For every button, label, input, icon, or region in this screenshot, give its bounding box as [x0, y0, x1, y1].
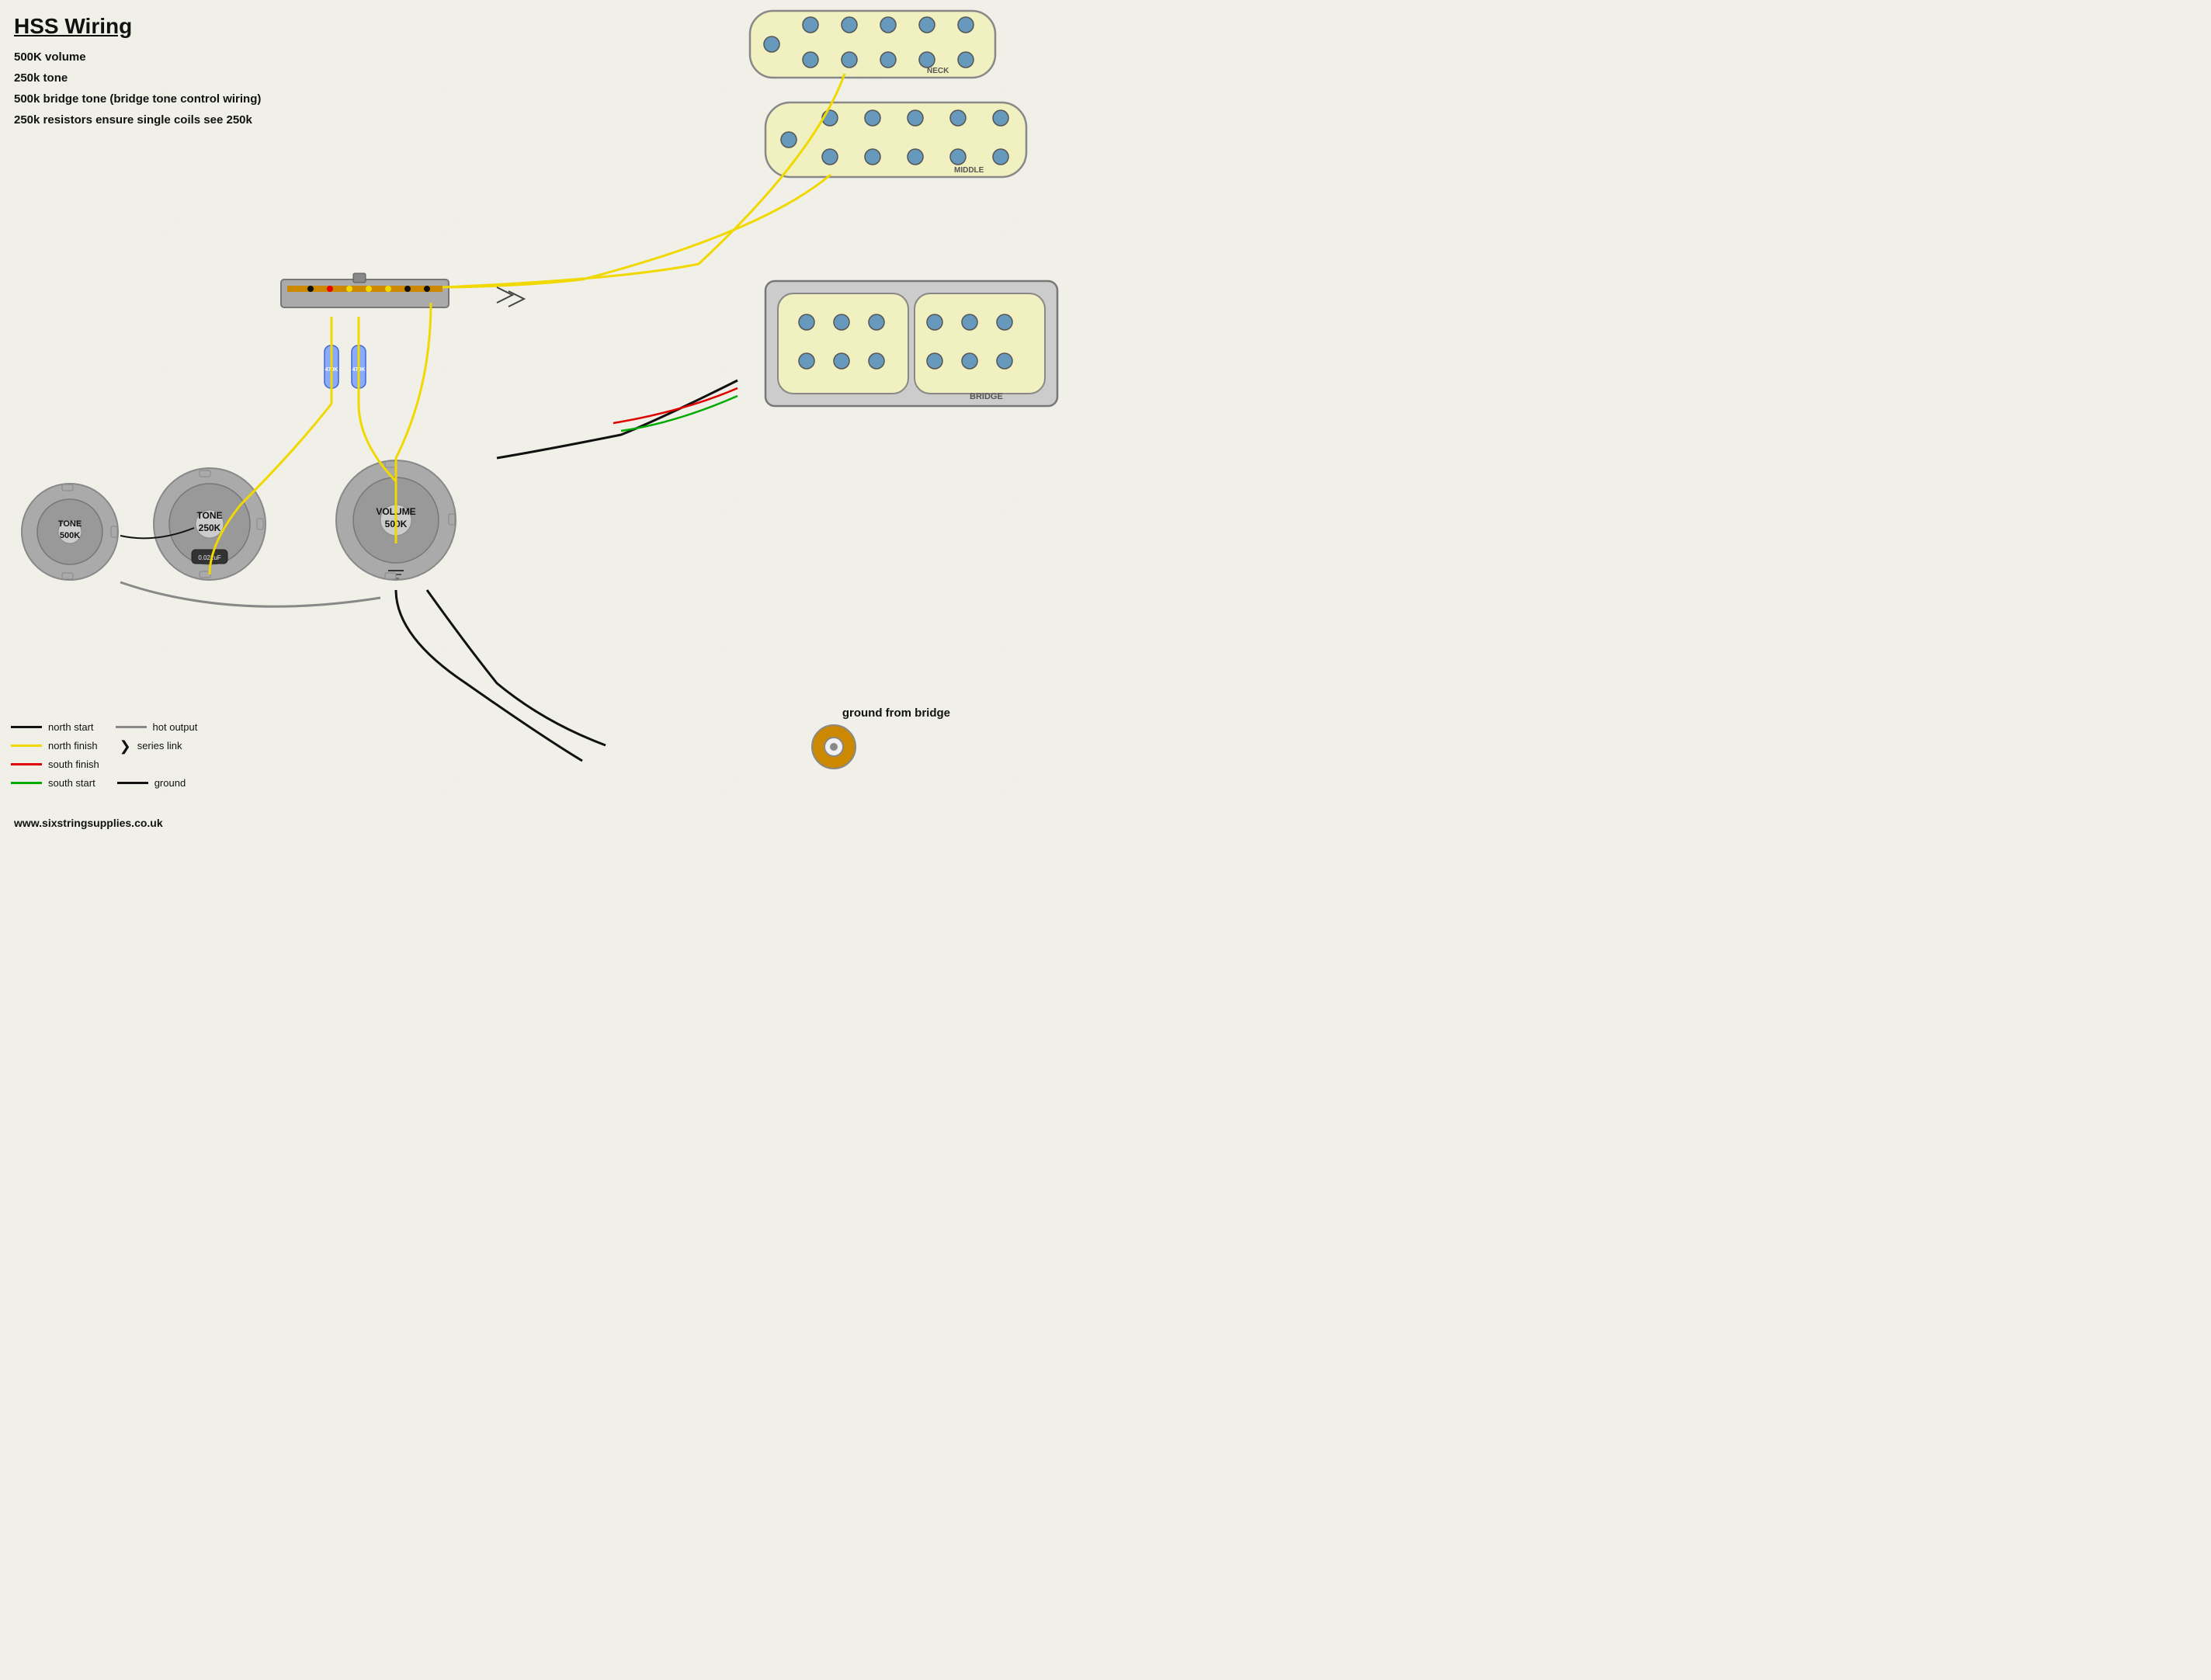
svg-text:500K: 500K	[60, 531, 80, 540]
svg-text:470K: 470K	[325, 367, 338, 373]
website-label: www.sixstringsupplies.co.uk	[14, 817, 163, 829]
resistor-1: 470K	[322, 334, 341, 408]
svg-text:0.022uF: 0.022uF	[198, 554, 220, 561]
svg-text:500K: 500K	[385, 519, 408, 529]
legend: north start hot output north finish ❯ se…	[11, 719, 306, 793]
output-jack	[810, 724, 857, 770]
pot-tone2: TONE 250K 0.022uF	[151, 466, 268, 582]
svg-text:TONE: TONE	[196, 510, 222, 521]
legend-green-line	[11, 782, 42, 784]
svg-text:NECK: NECK	[927, 67, 949, 75]
svg-text:TONE: TONE	[58, 519, 82, 529]
page-container: e HSS Wiring 500K volume 250k tone 500k …	[0, 0, 1106, 840]
5way-switch	[279, 272, 450, 317]
ground-from-bridge-label: ground from bridge	[842, 706, 950, 720]
pot-tone1: TONE 500K	[19, 481, 120, 582]
resistor-2: 470K	[349, 334, 368, 408]
svg-text:470K: 470K	[352, 367, 366, 373]
svg-text:MIDDLE: MIDDLE	[954, 166, 984, 175]
legend-red-line	[11, 763, 42, 765]
legend-black-line-2	[117, 782, 148, 784]
legend-black-line	[11, 726, 42, 728]
legend-yellow-line	[11, 745, 42, 747]
pickup-bridge: BRIDGE	[764, 279, 1059, 404]
legend-gray-line	[116, 726, 147, 728]
page-title: HSS Wiring	[14, 14, 132, 39]
pickup-middle: MIDDLE	[764, 101, 1028, 179]
svg-text:250K: 250K	[199, 522, 221, 533]
info-text: 500K volume 250k tone 500k bridge tone (…	[14, 47, 261, 130]
svg-text:VOLUME: VOLUME	[376, 506, 415, 517]
pickup-neck: NECK	[748, 9, 997, 79]
pot-volume: VOLUME 500K	[334, 458, 458, 582]
svg-text:BRIDGE: BRIDGE	[970, 392, 1003, 401]
